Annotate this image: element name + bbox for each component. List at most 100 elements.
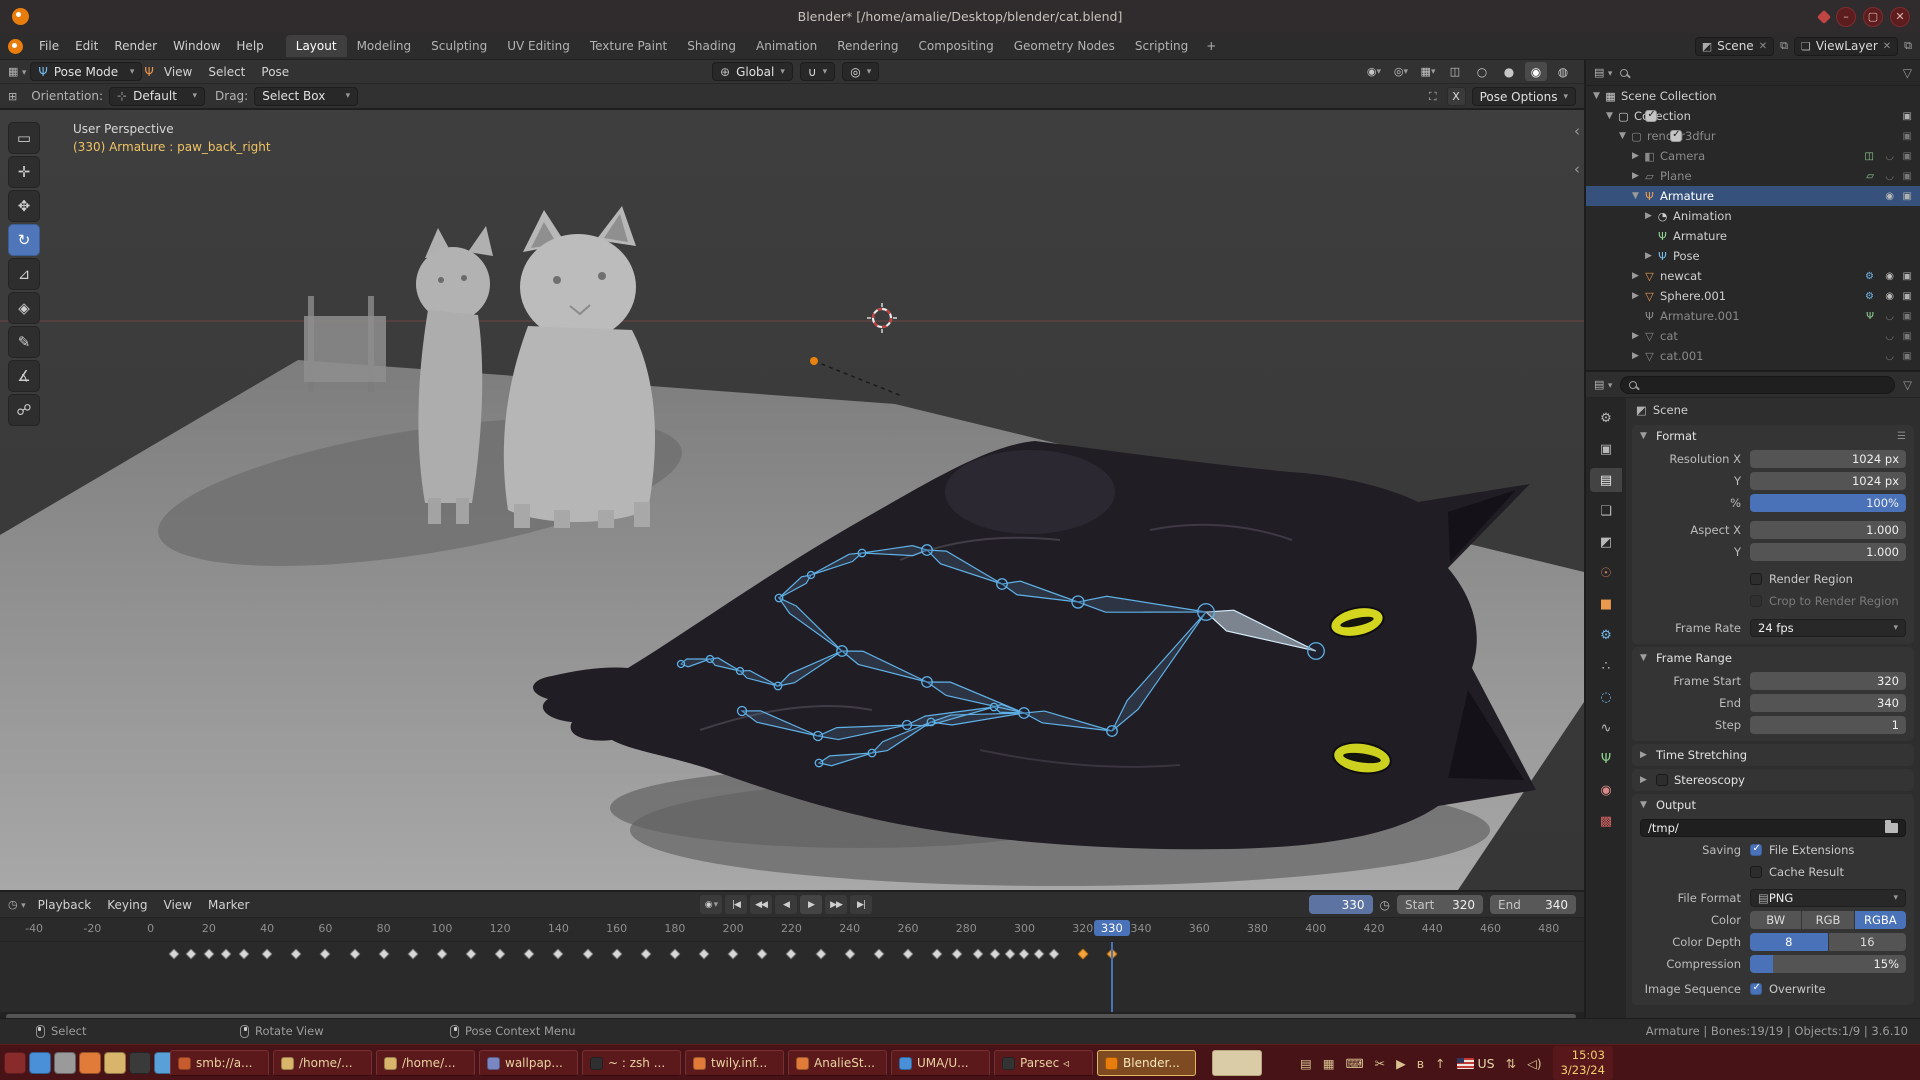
mirror-x-toggle[interactable]: X bbox=[1447, 87, 1466, 106]
properties-editor-icon[interactable]: ▤ ▾ bbox=[1594, 378, 1612, 391]
keyboard-layout[interactable]: US bbox=[1457, 1056, 1495, 1071]
resolution-percent-slider[interactable]: 100% bbox=[1750, 494, 1906, 512]
outliner-row-collection[interactable]: ▼▢Collection▣ bbox=[1586, 106, 1920, 126]
color-rgba-button[interactable]: RGBA bbox=[1855, 911, 1906, 929]
terminal-launcher-icon[interactable] bbox=[129, 1052, 151, 1074]
tool-cursor[interactable]: ✛ bbox=[8, 156, 40, 188]
files-launcher-icon[interactable] bbox=[54, 1052, 76, 1074]
visibility-dropdown[interactable]: ◉▾ bbox=[1363, 62, 1385, 81]
bone-joint[interactable] bbox=[738, 707, 747, 716]
keyframe-230[interactable] bbox=[815, 948, 826, 959]
menu-help[interactable]: Help bbox=[228, 36, 271, 56]
properties-tab-scene[interactable]: ◩ bbox=[1590, 530, 1622, 554]
jump-to-start-button[interactable]: |◀ bbox=[725, 895, 747, 914]
keyframe-270[interactable] bbox=[931, 948, 942, 959]
properties-tab-modifiers[interactable]: ⚙ bbox=[1590, 623, 1622, 647]
file-format-dropdown[interactable]: ▤ PNG ▾ bbox=[1750, 889, 1906, 907]
render-region-checkbox[interactable] bbox=[1750, 573, 1762, 585]
bone-joint[interactable] bbox=[868, 749, 876, 757]
tool-pose-breakdowner[interactable]: ☍ bbox=[8, 394, 40, 426]
keyframe-32[interactable] bbox=[238, 948, 249, 959]
bone-joint[interactable] bbox=[678, 661, 685, 668]
updates-icon[interactable]: ↑ bbox=[1435, 1056, 1445, 1071]
hide-viewport-icon[interactable]: ◉ bbox=[1885, 291, 1894, 302]
volume-icon[interactable]: ◁) bbox=[1527, 1056, 1542, 1071]
play-button[interactable]: ▶ bbox=[800, 895, 822, 914]
taskbar-window-twily-inf[interactable]: twily.inf... bbox=[685, 1050, 784, 1076]
filter-icon[interactable]: ▽ bbox=[1903, 66, 1912, 80]
bone-joint[interactable] bbox=[837, 646, 848, 657]
tool-scale[interactable]: ⊿ bbox=[8, 258, 40, 290]
hide-render-icon[interactable]: ▣ bbox=[1903, 111, 1912, 122]
gizmo-toggle-icon[interactable]: ‹ bbox=[1574, 160, 1580, 178]
selected-keyframe-320[interactable] bbox=[1077, 948, 1088, 959]
keyframe-250[interactable] bbox=[873, 948, 884, 959]
auto-key-toggle[interactable]: ◉▾ bbox=[700, 895, 722, 914]
keyframe-140[interactable] bbox=[553, 948, 564, 959]
hide-viewport-icon[interactable]: ◡ bbox=[1885, 351, 1894, 362]
outliner-row-camera[interactable]: ▶◧Camera◫◡▣ bbox=[1586, 146, 1920, 166]
resolution-y-field[interactable]: 1024 px bbox=[1750, 472, 1906, 490]
taskbar-window-wallpap[interactable]: wallpap... bbox=[479, 1050, 578, 1076]
collection-checkbox[interactable] bbox=[1670, 130, 1682, 142]
workspace-tab-uv-editing[interactable]: UV Editing bbox=[497, 35, 580, 57]
menu-edit[interactable]: Edit bbox=[67, 36, 106, 56]
gizmos-toggle[interactable]: ◎▾ bbox=[1390, 62, 1412, 81]
outliner-row-cat-001[interactable]: ▶▽cat.001◡▣ bbox=[1586, 346, 1920, 366]
viewport-menu-pose[interactable]: Pose bbox=[253, 62, 297, 82]
color-picker-icon[interactable]: ▦ bbox=[1323, 1056, 1335, 1071]
properties-tab-output[interactable]: ▤ bbox=[1590, 468, 1622, 492]
collection-checkbox[interactable] bbox=[1645, 110, 1657, 122]
scene-unlink-icon[interactable]: ✕ bbox=[1759, 41, 1767, 52]
timeline-menu-view[interactable]: View bbox=[156, 895, 200, 915]
properties-tab-particles[interactable]: ∴ bbox=[1590, 654, 1622, 678]
hide-viewport-icon[interactable]: ◡ bbox=[1885, 311, 1894, 322]
close-button[interactable]: ✕ bbox=[1890, 7, 1910, 27]
outliner-row-plane[interactable]: ▶▱Plane▱◡▣ bbox=[1586, 166, 1920, 186]
hide-viewport-icon[interactable]: ◉ bbox=[1885, 271, 1894, 282]
stereoscopy-checkbox[interactable] bbox=[1656, 774, 1668, 786]
timeline-tracks[interactable] bbox=[0, 942, 1584, 1012]
proportional-editing-toggle[interactable]: ◎▾ bbox=[842, 62, 879, 81]
timeline-ruler[interactable]: -40-200204060801001201401601802002202402… bbox=[0, 918, 1584, 942]
new-viewlayer-icon[interactable]: ⧉ bbox=[1904, 39, 1912, 53]
properties-tab-constraints[interactable]: ∿ bbox=[1590, 716, 1622, 740]
bone-joint[interactable] bbox=[903, 721, 912, 730]
timeline-menu-keying[interactable]: Keying bbox=[99, 895, 155, 915]
shading-material-button[interactable]: ◉ bbox=[1525, 62, 1547, 81]
expand-icon[interactable]: ▶ bbox=[1629, 171, 1642, 181]
play-reverse-button[interactable]: ◀ bbox=[775, 895, 797, 914]
taskbar-window-parsec[interactable]: Parsec ◃ bbox=[994, 1050, 1093, 1076]
workspace-tab-rendering[interactable]: Rendering bbox=[827, 35, 908, 57]
viewport-menu-view[interactable]: View bbox=[156, 62, 200, 82]
keyframe-260[interactable] bbox=[902, 948, 913, 959]
file-extensions-checkbox[interactable] bbox=[1750, 844, 1762, 856]
expand-icon[interactable]: ▶ bbox=[1629, 331, 1642, 341]
expand-icon[interactable]: ▶ bbox=[1629, 271, 1642, 281]
bone-joint[interactable] bbox=[808, 572, 815, 579]
outliner-row-render3dfur[interactable]: ▼▢render3dfur▣ bbox=[1586, 126, 1920, 146]
hide-viewport-icon[interactable]: ◉ bbox=[1885, 191, 1894, 202]
taskbar-window-home[interactable]: /home/... bbox=[376, 1050, 475, 1076]
scene-selector[interactable]: ◩ Scene ✕ bbox=[1695, 37, 1774, 56]
expand-icon[interactable]: ▼ bbox=[1629, 191, 1642, 201]
keyframe-130[interactable] bbox=[524, 948, 535, 959]
keyframe-290[interactable] bbox=[990, 948, 1001, 959]
properties-search-input[interactable] bbox=[1620, 376, 1895, 394]
network-icon[interactable]: ⇅ bbox=[1506, 1056, 1516, 1071]
expand-icon[interactable]: ▶ bbox=[1629, 151, 1642, 161]
workspace-tab-texture-paint[interactable]: Texture Paint bbox=[580, 35, 677, 57]
expand-icon[interactable]: ▼ bbox=[1616, 131, 1629, 141]
properties-tab-view-layer[interactable]: ❏ bbox=[1590, 499, 1622, 523]
viewlayer-selector[interactable]: ❏ ViewLayer ✕ bbox=[1794, 37, 1898, 56]
keyboard-indicator-icon[interactable]: ⌨ bbox=[1346, 1056, 1364, 1071]
current-frame-badge[interactable]: 330 bbox=[1094, 920, 1130, 936]
outliner-row-pose[interactable]: ▶ΨPose bbox=[1586, 246, 1920, 266]
keyframe-210[interactable] bbox=[757, 948, 768, 959]
output-path-field[interactable]: /tmp/ bbox=[1640, 819, 1906, 837]
hide-render-icon[interactable]: ▣ bbox=[1903, 151, 1912, 162]
bone-joint[interactable] bbox=[775, 594, 783, 602]
xray-toggle[interactable]: ◫ bbox=[1444, 62, 1466, 81]
frame-end-field[interactable]: 340 bbox=[1750, 694, 1906, 712]
aspect-x-field[interactable]: 1.000 bbox=[1750, 521, 1906, 539]
